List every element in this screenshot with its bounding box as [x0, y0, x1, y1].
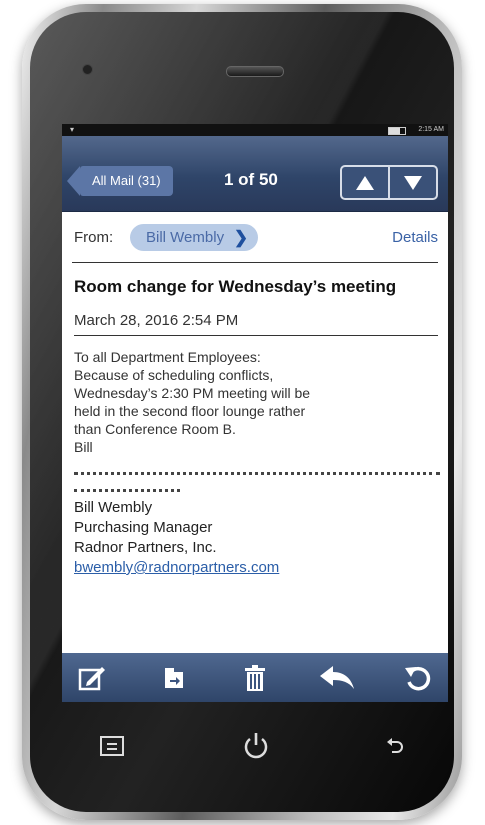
details-link[interactable]: Details [392, 229, 438, 246]
refresh-button[interactable] [398, 658, 438, 698]
back-icon [387, 738, 403, 753]
signature-name: Bill Wembly [74, 499, 153, 516]
signature-email-link[interactable]: bwembly@radnorpartners.com [74, 558, 438, 578]
status-bar: ▾ 2:15 AM [62, 124, 448, 136]
mail-toolbar [62, 653, 448, 702]
previous-message-button[interactable] [342, 167, 388, 198]
status-time: 2:15 AM [418, 126, 444, 133]
body-line: than Conference Room B. [74, 421, 236, 437]
mail-header: All Mail (31) 1 of 50 [62, 136, 448, 212]
email-body: To all Department Employees: Because of … [74, 348, 438, 456]
sender-name: Bill Wembly [146, 229, 225, 246]
front-camera-icon [82, 64, 93, 75]
compose-button[interactable] [72, 658, 112, 698]
chevron-right-icon: ❯ [233, 228, 249, 247]
back-key[interactable] [386, 736, 404, 759]
delete-button[interactable] [235, 658, 275, 698]
power-icon [244, 733, 268, 759]
power-key[interactable] [242, 732, 270, 765]
all-mail-back-button[interactable]: All Mail (31) [67, 166, 173, 196]
body-line: held in the second floor lounge rather [74, 403, 306, 419]
signature-divider-long [74, 472, 440, 475]
body-line: Bill [74, 439, 93, 455]
email-subject: Room change for Wednesday’s meeting [74, 277, 397, 296]
refresh-icon [405, 666, 431, 690]
move-to-folder-button[interactable] [154, 658, 194, 698]
signature-company: Radnor Partners, Inc. [74, 539, 217, 556]
message-navigation [340, 165, 438, 200]
signal-icon: ▾ [70, 125, 75, 134]
from-label: From: [74, 229, 114, 246]
signature-title: Purchasing Manager [74, 519, 213, 536]
next-message-button[interactable] [388, 167, 436, 198]
trash-icon [245, 664, 265, 691]
body-line: Wednesday’s 2:30 PM meeting will be [74, 385, 311, 401]
reply-button[interactable] [317, 658, 357, 698]
arrow-up-icon [356, 175, 374, 190]
move-to-folder-icon [164, 667, 183, 688]
reply-icon [319, 665, 354, 689]
email-signature: Bill Wembly Purchasing Manager Radnor Pa… [74, 498, 438, 578]
menu-icon [100, 736, 124, 756]
email-content: From: Bill Wembly ❯ Details Room change … [62, 212, 448, 578]
body-line: Because of scheduling conflicts, [74, 367, 274, 383]
message-counter: 1 of 50 [224, 170, 278, 189]
from-row: From: Bill Wembly ❯ Details [72, 212, 438, 263]
phone-screen: ▾ 2:15 AM All Mail (31) 1 of 50 From: Bi… [62, 124, 448, 702]
menu-key[interactable] [100, 736, 124, 761]
battery-icon [388, 127, 406, 135]
arrow-down-icon [404, 175, 422, 190]
hardware-keys [62, 718, 448, 778]
email-date: March 28, 2016 2:54 PM [74, 312, 438, 336]
signature-divider-short [74, 489, 180, 492]
compose-icon [78, 666, 105, 690]
body-line: To all Department Employees: [74, 349, 261, 365]
earpiece-speaker [226, 66, 284, 77]
sender-chip[interactable]: Bill Wembly ❯ [130, 224, 259, 251]
